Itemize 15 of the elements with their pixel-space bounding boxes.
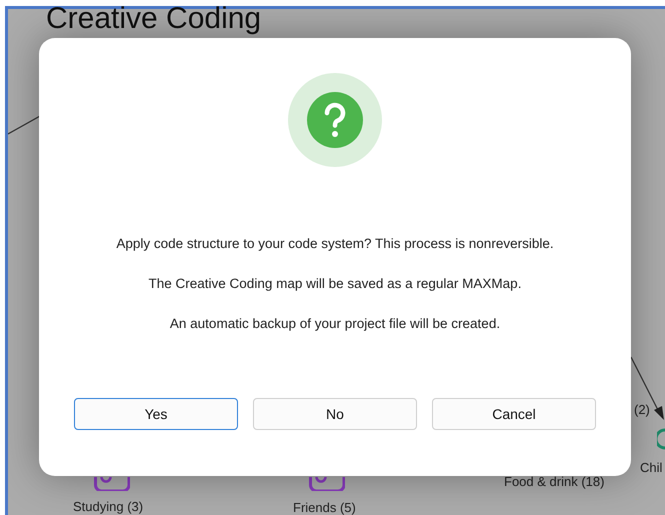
dialog-message: An automatic backup of your project file will be created. xyxy=(170,315,500,333)
tag-icon xyxy=(94,477,130,491)
arrow-connector xyxy=(630,356,665,422)
dialog-message: The Creative Coding map will be saved as a regular MAXMap. xyxy=(148,275,522,293)
map-title: Creative Coding xyxy=(46,2,262,36)
tag-icon xyxy=(309,477,345,491)
node-label: Studying (3) xyxy=(73,498,144,515)
dialog-button[interactable]: No xyxy=(253,398,417,430)
dialog-message: Apply code structure to your code system? This process is nonreversible. xyxy=(116,235,554,253)
node-label: Chil xyxy=(640,459,662,477)
node-label: Friends (5) xyxy=(293,499,356,515)
dialog-button[interactable]: Cancel xyxy=(432,398,596,430)
node-label: Food & drink (18) xyxy=(504,473,604,491)
dialog-button[interactable]: Yes xyxy=(74,398,238,430)
edge-label: (2) xyxy=(634,401,650,419)
